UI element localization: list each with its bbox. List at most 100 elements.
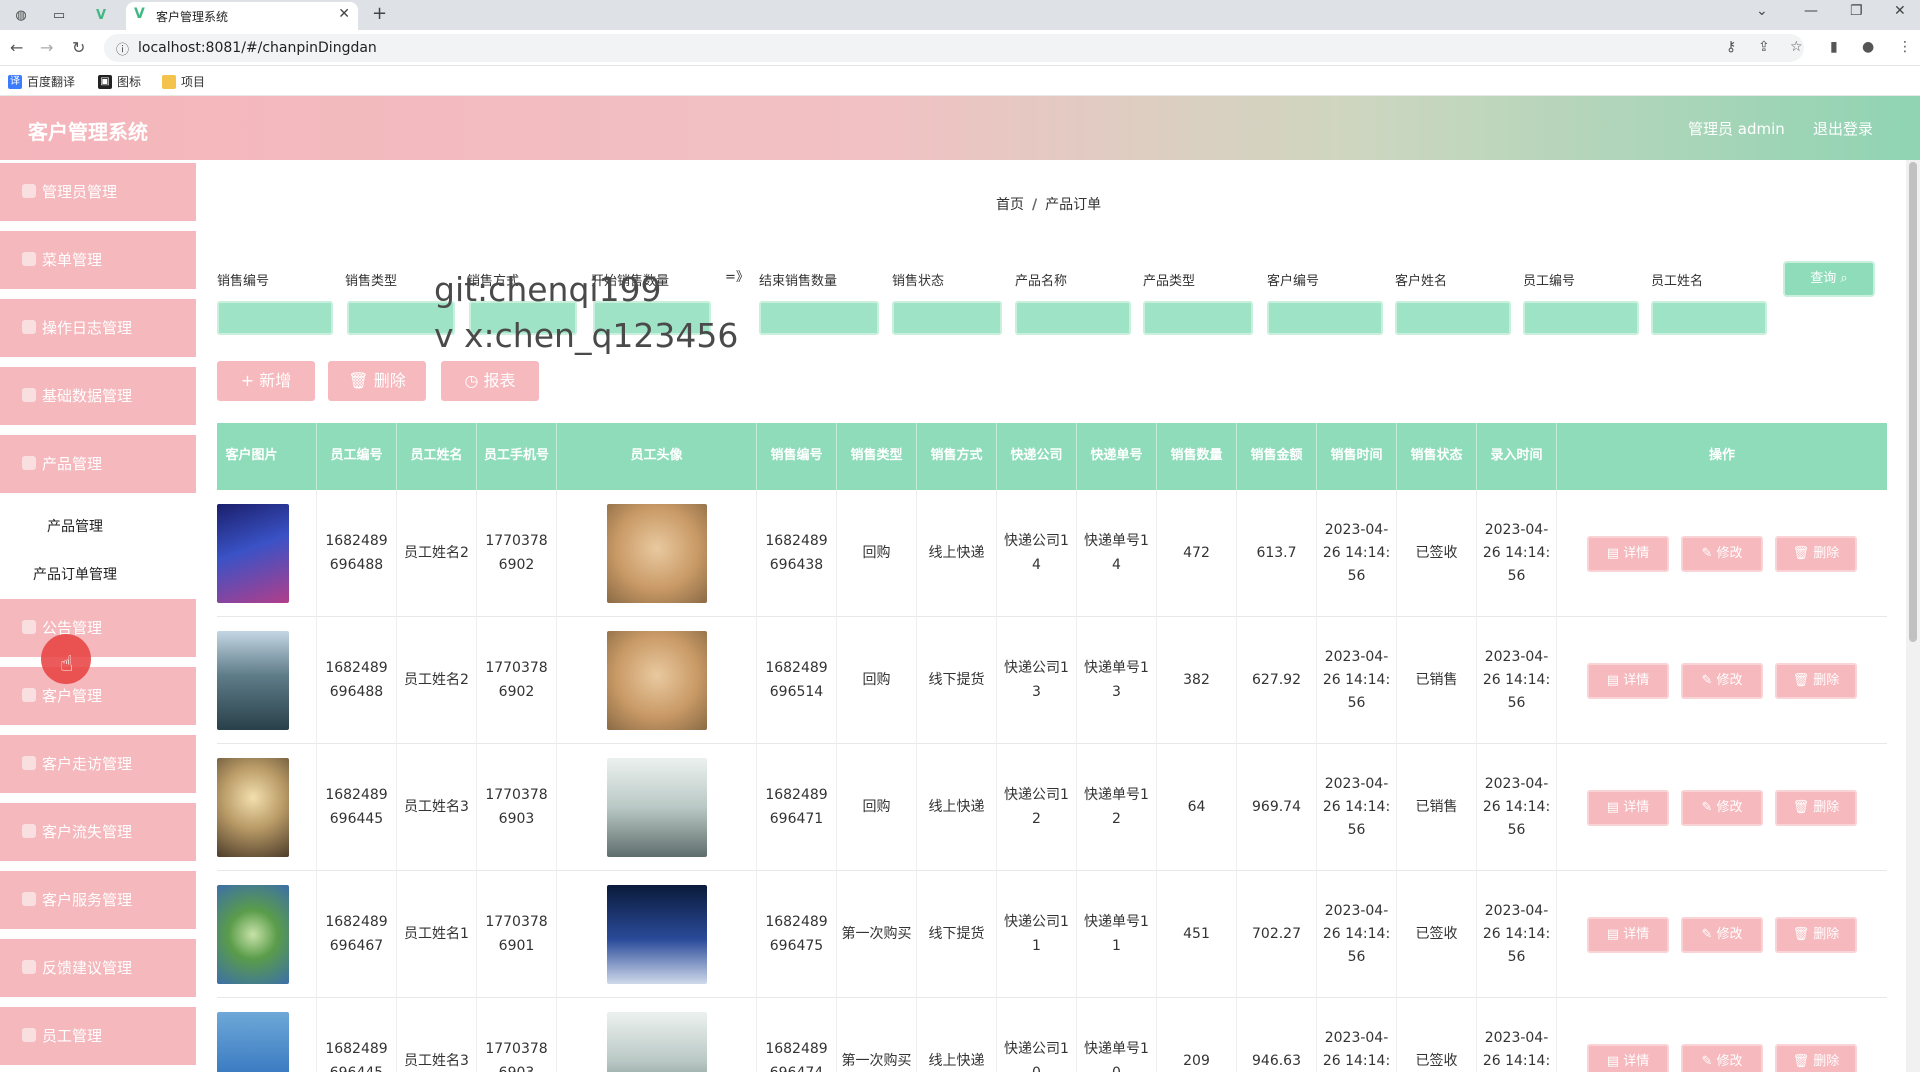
- sidebar-item-oplog[interactable]: 操作日志管理: [0, 299, 196, 361]
- menu-icon: [22, 824, 36, 838]
- close-window-icon[interactable]: ✕: [1894, 3, 1906, 19]
- reload-icon[interactable]: ↻: [72, 38, 85, 57]
- sidebar-item-employee[interactable]: 员工管理: [0, 1007, 196, 1069]
- detail-button[interactable]: ▤ 详情: [1587, 535, 1669, 572]
- cell-qty: 64: [1157, 744, 1237, 871]
- edit-button[interactable]: ✎ 修改: [1681, 535, 1763, 572]
- edit-button[interactable]: ✎ 修改: [1681, 789, 1763, 826]
- menu-icon[interactable]: ⋮: [1898, 39, 1912, 55]
- cell-customer-image: [217, 617, 317, 744]
- breadcrumb-home[interactable]: 首页: [996, 197, 1024, 213]
- filter-label-qty-end: 结束销售数量: [759, 274, 838, 289]
- edit-button[interactable]: ✎ 修改: [1681, 1043, 1763, 1072]
- row-delete-button[interactable]: 🗑 删除: [1775, 535, 1857, 572]
- star-icon[interactable]: ☆: [1790, 39, 1803, 55]
- qty-end-input[interactable]: [759, 301, 879, 335]
- sidebar-item-service[interactable]: 客户服务管理: [0, 871, 196, 933]
- employee-avatar[interactable]: [606, 758, 707, 857]
- restore-icon[interactable]: ❐: [1850, 3, 1863, 19]
- sidebar-item-admin[interactable]: 管理员管理: [0, 163, 196, 225]
- col-customer-image: 客户图片: [217, 423, 317, 490]
- cell-emp-name: 员工姓名3: [397, 744, 477, 871]
- back-icon[interactable]: ←: [10, 38, 23, 57]
- customer-image[interactable]: [217, 758, 289, 857]
- add-button[interactable]: + 新增: [217, 361, 315, 401]
- detail-button[interactable]: ▤ 详情: [1587, 916, 1669, 953]
- sidebar-subitem-product[interactable]: 产品管理: [0, 503, 196, 551]
- sidebar-item-basedata[interactable]: 基础数据管理: [0, 367, 196, 429]
- cell-sale-time: 2023-04-26 14:14:56: [1317, 617, 1397, 744]
- row-delete-button[interactable]: 🗑 删除: [1775, 662, 1857, 699]
- employee-avatar[interactable]: [606, 1012, 707, 1072]
- scrollbar-thumb[interactable]: [1909, 162, 1917, 642]
- sidebar-item-churn[interactable]: 客户流失管理: [0, 803, 196, 865]
- profile-icon[interactable]: ●: [1862, 39, 1874, 55]
- breadcrumb-current: 产品订单: [1045, 197, 1102, 213]
- customer-image[interactable]: [217, 1012, 289, 1072]
- customer-image[interactable]: [217, 885, 289, 984]
- emp-name-input[interactable]: [1651, 301, 1767, 335]
- row-delete-button[interactable]: 🗑 删除: [1775, 916, 1857, 953]
- cell-sale-no: 1682489696471: [757, 744, 837, 871]
- customer-no-input[interactable]: [1267, 301, 1383, 335]
- customer-name-input[interactable]: [1395, 301, 1511, 335]
- detail-button[interactable]: ▤ 详情: [1587, 1043, 1669, 1072]
- key-icon[interactable]: ⚷: [1726, 39, 1736, 55]
- customer-image[interactable]: [217, 504, 289, 603]
- logout-link[interactable]: 退出登录: [1813, 118, 1873, 139]
- sidepanel-icon[interactable]: ▮: [1830, 39, 1838, 55]
- employee-avatar[interactable]: [606, 885, 707, 984]
- emp-no-input[interactable]: [1523, 301, 1639, 335]
- share-icon[interactable]: ⇪: [1758, 39, 1770, 55]
- bookmark-baidu-translate[interactable]: 译 百度翻译: [8, 73, 75, 90]
- sidebar-item-feedback[interactable]: 反馈建议管理: [0, 939, 196, 1001]
- product-type-select[interactable]: [1143, 301, 1253, 335]
- customer-image[interactable]: [217, 631, 289, 730]
- row-delete-button[interactable]: 🗑 删除: [1775, 789, 1857, 826]
- edit-button[interactable]: ✎ 修改: [1681, 916, 1763, 953]
- filter-label-range-arrow: =》: [725, 270, 749, 285]
- status-select[interactable]: [892, 301, 1002, 335]
- close-icon[interactable]: ✕: [338, 6, 350, 22]
- delete-button[interactable]: 🗑 删除: [328, 361, 426, 401]
- report-button[interactable]: ◷ 报表: [441, 361, 539, 401]
- sidebar-item-customer[interactable]: 客户管理: [0, 667, 196, 729]
- row-delete-button[interactable]: 🗑 删除: [1775, 1043, 1857, 1072]
- chevron-down-icon[interactable]: ⌄: [1756, 3, 1768, 19]
- minimize-icon[interactable]: —: [1804, 3, 1818, 19]
- vue-logo-icon[interactable]: V: [90, 5, 112, 25]
- sidebar-subitem-product-order[interactable]: 产品订单管理: [0, 551, 196, 599]
- sidebar-item-menu[interactable]: 菜单管理: [0, 231, 196, 293]
- cell-sale-time: 2023-04-26 14:14:56: [1317, 744, 1397, 871]
- cell-sale-method: 线下提货: [917, 617, 997, 744]
- sidebar-item-product[interactable]: 产品管理: [0, 435, 196, 497]
- edit-button[interactable]: ✎ 修改: [1681, 662, 1763, 699]
- url-field[interactable]: ⓘ localhost:8081/#/chanpinDingdan: [104, 34, 1804, 62]
- bookmark-icons[interactable]: ▣ 图标: [98, 73, 141, 90]
- forward-icon[interactable]: →: [40, 38, 53, 57]
- cell-courier: 快递公司13: [997, 617, 1077, 744]
- detail-button[interactable]: ▤ 详情: [1587, 789, 1669, 826]
- cell-emp-no: 1682489696488: [317, 490, 397, 617]
- globe-icon[interactable]: ◍: [10, 5, 32, 25]
- menu-icon: [22, 320, 36, 334]
- tab-placeholder-icon[interactable]: ▭: [48, 5, 70, 25]
- filter-label-sale-type: 销售类型: [345, 274, 398, 289]
- sidebar-item-notice[interactable]: 公告管理: [0, 599, 196, 661]
- product-name-input[interactable]: [1015, 301, 1131, 335]
- employee-avatar[interactable]: [606, 631, 707, 730]
- bookmark-project[interactable]: 项目: [162, 73, 205, 90]
- new-tab-icon[interactable]: +: [372, 3, 387, 24]
- menu-icon: [22, 1028, 36, 1042]
- page-scrollbar[interactable]: [1906, 160, 1920, 1072]
- query-button[interactable]: 查询 ⌕: [1783, 261, 1875, 297]
- active-tab[interactable]: V 客户管理系统 ✕: [126, 2, 358, 30]
- employee-avatar[interactable]: [606, 504, 707, 603]
- sale-no-input[interactable]: [217, 301, 333, 335]
- filter-label-emp-name: 员工姓名: [1651, 274, 1704, 289]
- sidebar-item-visit[interactable]: 客户走访管理: [0, 735, 196, 797]
- cell-courier: 快递公司10: [997, 998, 1077, 1072]
- col-emp-phone: 员工手机号: [477, 423, 557, 490]
- info-icon[interactable]: ⓘ: [116, 39, 129, 58]
- detail-button[interactable]: ▤ 详情: [1587, 662, 1669, 699]
